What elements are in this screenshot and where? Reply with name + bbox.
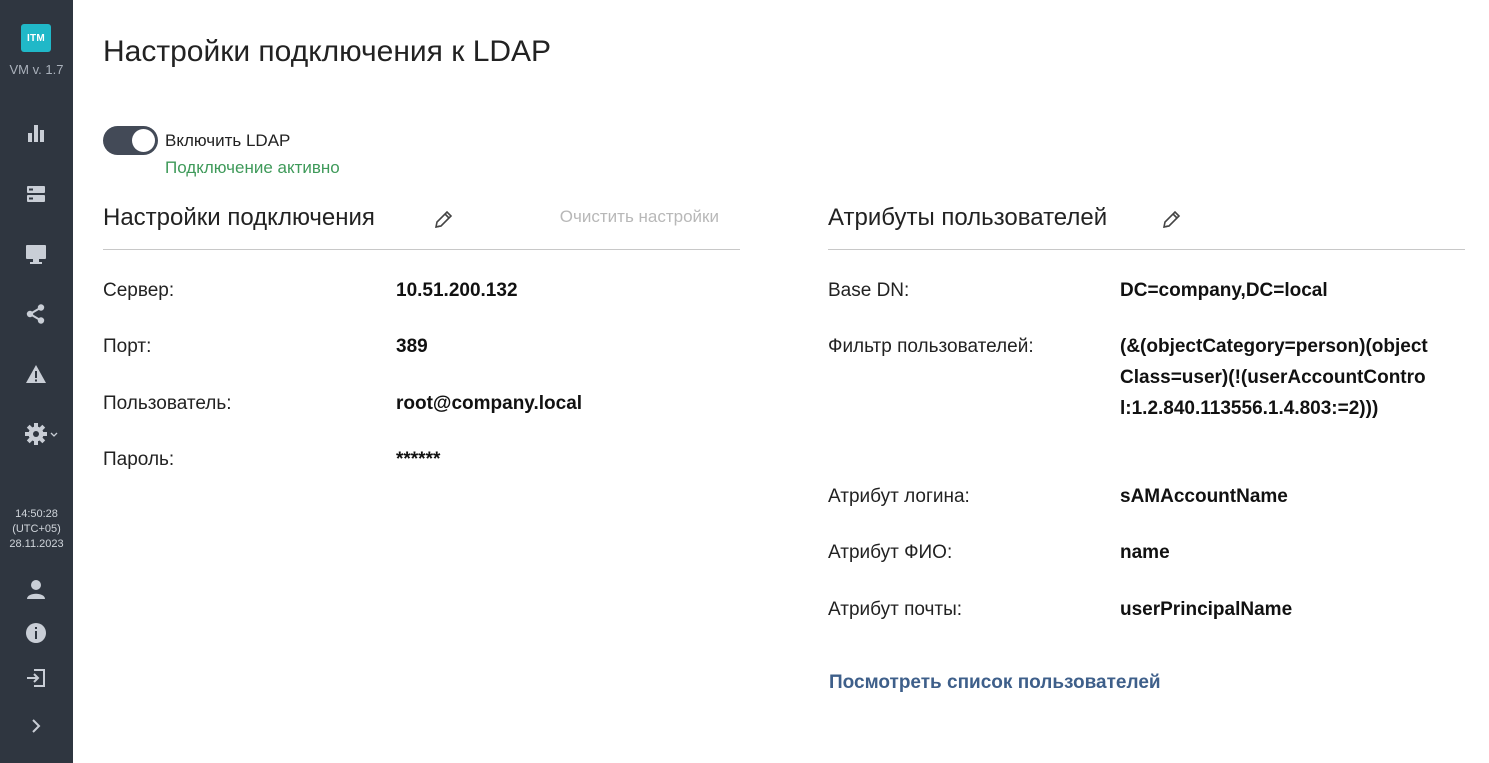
share-icon[interactable] xyxy=(22,300,50,328)
user-attributes-header: Атрибуты пользователей xyxy=(828,200,1465,250)
clock-time: 14:50:28 xyxy=(15,508,58,520)
logout-icon[interactable] xyxy=(22,664,50,692)
info-icon[interactable] xyxy=(22,619,50,647)
base-dn-value: DC=company,DC=local xyxy=(1120,280,1328,301)
edit-attributes-icon[interactable] xyxy=(1160,209,1182,231)
user-label: Пользователь: xyxy=(103,393,232,414)
connection-settings-section: Настройки подключения Очистить настройки… xyxy=(103,200,740,470)
toggle-knob xyxy=(132,129,155,152)
email-attr-value: userPrincipalName xyxy=(1120,599,1293,620)
server-value: 10.51.200.132 xyxy=(396,280,518,301)
edit-connection-icon[interactable] xyxy=(432,209,454,231)
ldap-toggle-row: Включить LDAP xyxy=(103,126,290,155)
app-logo[interactable]: ITM xyxy=(21,24,51,52)
connection-settings-header: Настройки подключения Очистить настройки xyxy=(103,200,740,250)
clock-date: 28.11.2023 xyxy=(9,538,64,550)
fullname-attr-label: Атрибут ФИО: xyxy=(828,542,953,563)
password-label: Пароль: xyxy=(103,449,175,470)
user-profile-icon[interactable] xyxy=(22,575,50,603)
port-value: 389 xyxy=(396,336,428,357)
expand-sidebar-icon[interactable] xyxy=(22,712,50,740)
login-attr-value: sAMAccountName xyxy=(1120,486,1288,507)
clear-settings-button[interactable]: Очистить настройки xyxy=(560,207,719,227)
password-value: ****** xyxy=(396,449,441,470)
base-dn-label: Base DN: xyxy=(828,280,910,301)
system-clock: 14:50:28 (UTC+05) 28.11.2023 xyxy=(0,507,73,552)
email-attr-label: Атрибут почты: xyxy=(828,599,963,620)
monitor-icon[interactable] xyxy=(22,240,50,268)
warning-icon[interactable] xyxy=(22,360,50,388)
fullname-attr-value: name xyxy=(1120,542,1170,563)
user-attributes-section: Атрибуты пользователей Base DN: DC=compa… xyxy=(828,200,1465,693)
ldap-enable-toggle[interactable] xyxy=(103,126,158,155)
sidebar: ITM VM v. 1.7 14:50:28 (UTC+05) 28.11.20… xyxy=(0,0,73,763)
view-users-link[interactable]: Посмотреть список пользователей xyxy=(829,672,1161,694)
user-filter-value: (&(objectCategory=person)(objectClass=us… xyxy=(1120,336,1428,419)
page-title: Настройки подключения к LDAP xyxy=(103,35,552,68)
login-attr-label: Атрибут логина: xyxy=(828,486,970,507)
server-icon[interactable] xyxy=(22,180,50,208)
connection-status: Подключение активно xyxy=(165,158,340,177)
main-content: Настройки подключения к LDAP Включить LD… xyxy=(103,0,1465,763)
ldap-toggle-label: Включить LDAP xyxy=(165,130,291,150)
settings-menu-icon[interactable] xyxy=(22,420,62,448)
bar-chart-icon[interactable] xyxy=(22,119,50,147)
connection-settings-title: Настройки подключения xyxy=(103,204,375,231)
user-attributes-title: Атрибуты пользователей xyxy=(828,204,1108,231)
user-value: root@company.local xyxy=(396,393,583,414)
clock-timezone: (UTC+05) xyxy=(12,523,61,535)
server-label: Сервер: xyxy=(103,280,175,301)
app-version: VM v. 1.7 xyxy=(9,62,64,77)
user-filter-label: Фильтр пользователей: xyxy=(828,336,1034,357)
port-label: Порт: xyxy=(103,336,152,357)
